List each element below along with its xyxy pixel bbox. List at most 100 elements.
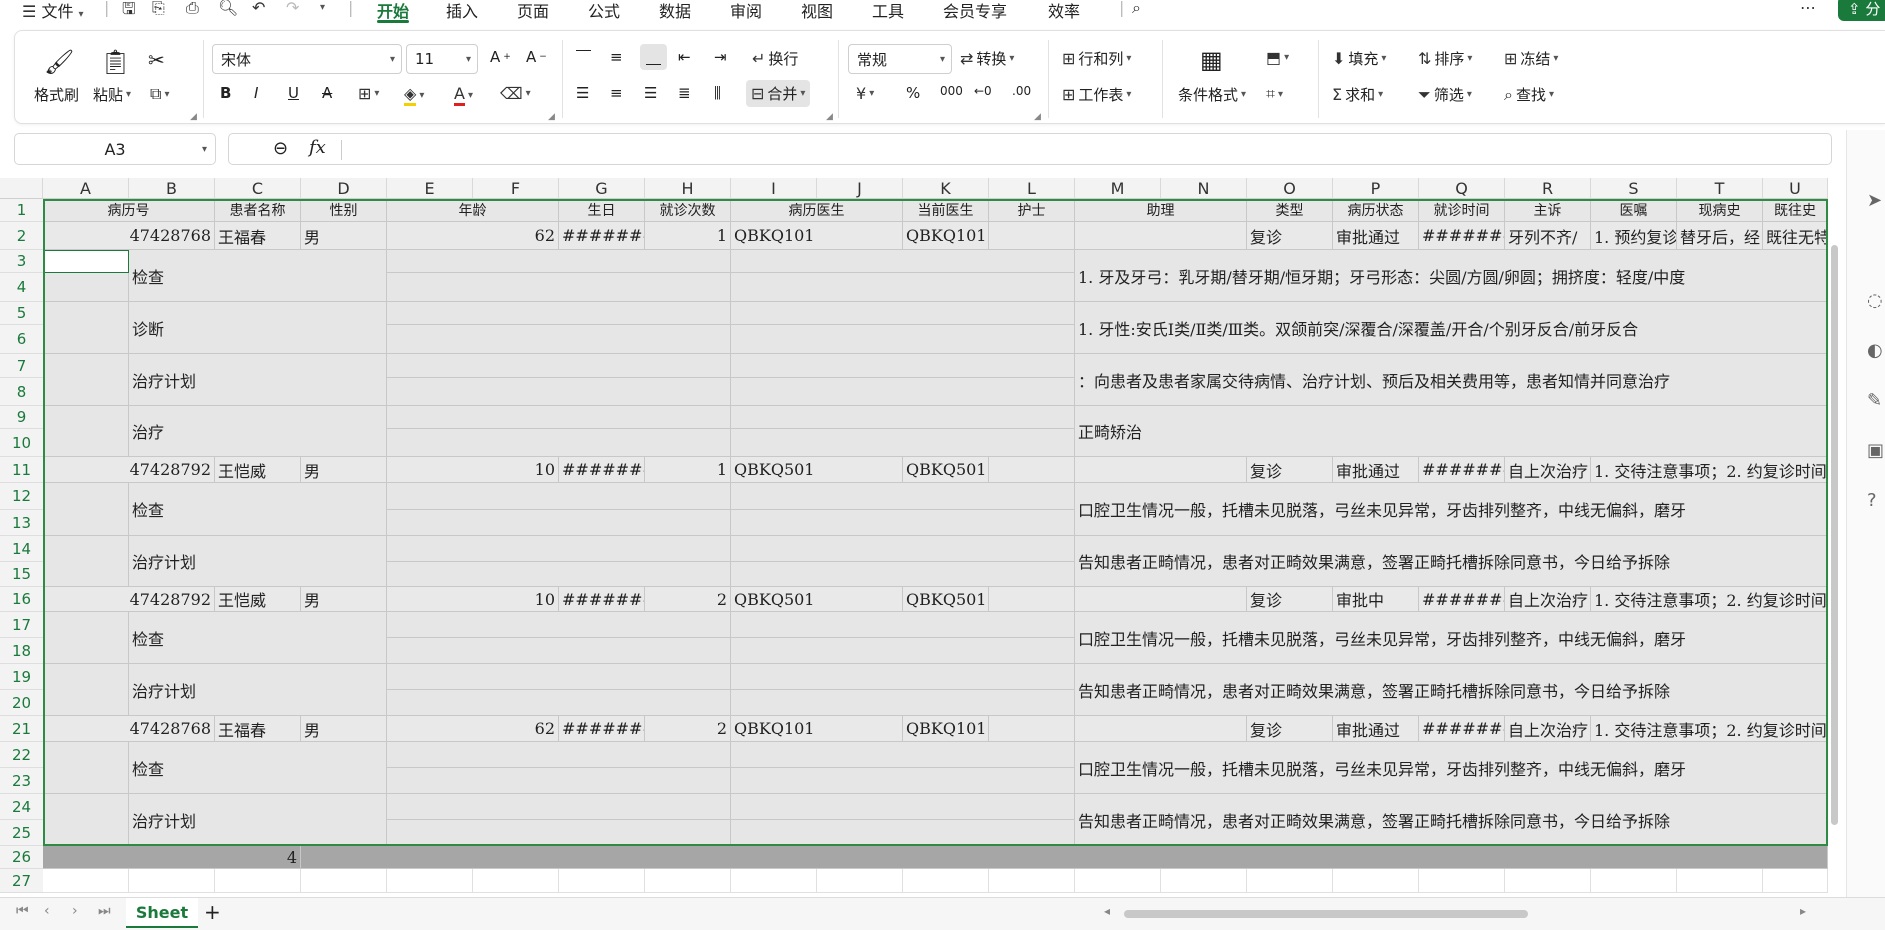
- visits-cell[interactable]: 2: [645, 587, 731, 612]
- header-cell[interactable]: 病历号: [43, 199, 215, 222]
- assistant-cell[interactable]: [1075, 457, 1247, 483]
- detail-sub-cell[interactable]: [731, 664, 1075, 690]
- section-label-cell[interactable]: 治疗: [129, 406, 387, 457]
- row-header[interactable]: 11: [0, 457, 43, 483]
- clipboard-launcher-icon[interactable]: ◢: [190, 112, 197, 122]
- tab-home[interactable]: 开始: [377, 0, 410, 23]
- status-cell[interactable]: 审批通过: [1333, 457, 1419, 483]
- blank-cell[interactable]: [43, 612, 129, 664]
- export-icon[interactable]: ⎘: [152, 0, 165, 18]
- row-header[interactable]: 18: [0, 638, 43, 664]
- decrease-indent-icon[interactable]: ⇤: [678, 48, 691, 66]
- type-cell[interactable]: 复诊: [1247, 716, 1333, 742]
- past-history-cell[interactable]: 既往无特: [1763, 222, 1828, 250]
- age-cell[interactable]: 10: [387, 457, 559, 483]
- column-header[interactable]: K: [903, 178, 989, 199]
- empty-cell[interactable]: [1505, 869, 1591, 893]
- complaint-cell[interactable]: 自上次治疗: [1505, 587, 1591, 612]
- assistant-cell[interactable]: [1075, 222, 1247, 250]
- clear-button[interactable]: ⌫ ▾: [500, 84, 531, 103]
- column-header[interactable]: O: [1247, 178, 1333, 199]
- copy-button[interactable]: ⧉ ▾: [150, 84, 169, 104]
- header-cell[interactable]: 医嘱: [1591, 199, 1677, 222]
- shape-icon[interactable]: ◐: [1867, 340, 1883, 361]
- status-cell[interactable]: 审批通过: [1333, 222, 1419, 250]
- detail-sub-cell[interactable]: [387, 612, 731, 638]
- next-sheet-icon[interactable]: ›: [72, 903, 78, 919]
- visit-time-cell[interactable]: ########: [1419, 716, 1505, 742]
- visits-cell[interactable]: 1: [645, 222, 731, 250]
- zoom-icon[interactable]: ⊖: [273, 138, 288, 159]
- print-preview-icon[interactable]: 🔍︎: [218, 0, 238, 17]
- column-header[interactable]: F: [473, 178, 559, 199]
- current-doctor-cell[interactable]: QBKQ501: [903, 457, 989, 483]
- blank-cell[interactable]: [43, 302, 129, 354]
- column-header[interactable]: R: [1505, 178, 1591, 199]
- age-cell[interactable]: 10: [387, 587, 559, 612]
- column-header[interactable]: G: [559, 178, 645, 199]
- strikethrough-icon[interactable]: A: [322, 84, 332, 102]
- thousands-icon[interactable]: 000: [940, 84, 963, 98]
- number-format-select[interactable]: 常规 ▾: [848, 44, 952, 74]
- header-cell[interactable]: 病历状态: [1333, 199, 1419, 222]
- align-top-icon[interactable]: ⎺: [576, 48, 591, 66]
- row-header[interactable]: 3: [0, 250, 43, 273]
- current-doctor-cell[interactable]: QBKQ101: [903, 222, 989, 250]
- patient-name-cell[interactable]: 王恺威: [215, 587, 301, 612]
- column-header[interactable]: Q: [1419, 178, 1505, 199]
- status-cell[interactable]: 审批通过: [1333, 716, 1419, 742]
- advice-cell[interactable]: 1. 交待注意事项；2. 约复诊时间: [1591, 457, 1828, 483]
- empty-cell[interactable]: [43, 869, 129, 893]
- blank-cell[interactable]: [43, 664, 129, 716]
- header-cell[interactable]: 既往史: [1763, 199, 1828, 222]
- conditional-format-icon[interactable]: ▦: [1200, 46, 1223, 74]
- section-label-cell[interactable]: 治疗计划: [129, 536, 387, 587]
- wrap-text-button[interactable]: ↵ 换行: [752, 48, 798, 69]
- font-name-select[interactable]: 宋体 ▾: [212, 44, 402, 74]
- tab-view[interactable]: 视图: [801, 0, 833, 22]
- detail-sub-cell[interactable]: [731, 250, 1075, 273]
- nurse-cell[interactable]: [989, 716, 1075, 742]
- tab-formula[interactable]: 公式: [588, 0, 620, 22]
- doctor-cell[interactable]: QBKQ501: [731, 457, 903, 483]
- detail-sub-cell[interactable]: [731, 638, 1075, 664]
- select-all-corner[interactable]: [0, 178, 43, 199]
- align-center-icon[interactable]: ≡: [610, 84, 623, 102]
- find-button[interactable]: ⌕ 查找 ▾: [1504, 84, 1554, 105]
- tab-page[interactable]: 页面: [517, 0, 549, 22]
- format-painter-icon[interactable]: 🖌: [44, 48, 74, 76]
- row-header[interactable]: 2: [0, 222, 43, 250]
- header-cell[interactable]: 年龄: [387, 199, 559, 222]
- detail-sub-cell[interactable]: [731, 794, 1075, 820]
- detail-text-cell[interactable]: 口腔卫生情况一般，托槽未见脱落，弓丝未见异常，牙齿排列整齐，中线无偏斜，磨牙: [1075, 742, 1828, 794]
- blank-cell[interactable]: [43, 406, 129, 457]
- fill-button[interactable]: ⬇ 填充 ▾: [1332, 48, 1386, 69]
- column-header[interactable]: N: [1161, 178, 1247, 199]
- empty-cell[interactable]: [817, 869, 903, 893]
- border-button[interactable]: ⊞ ▾: [358, 84, 379, 103]
- increase-indent-icon[interactable]: ⇥: [714, 48, 727, 66]
- detail-sub-cell[interactable]: [387, 742, 731, 768]
- row-header[interactable]: 25: [0, 820, 43, 846]
- patient-name-cell[interactable]: 王恺威: [215, 457, 301, 483]
- row-header[interactable]: 8: [0, 378, 43, 406]
- font-size-select[interactable]: 11 ▾: [406, 44, 478, 74]
- worksheet-button[interactable]: ⊞ 工作表 ▾: [1062, 84, 1131, 105]
- empty-cell[interactable]: [559, 869, 645, 893]
- scroll-thumb[interactable]: [1831, 245, 1838, 825]
- row-header[interactable]: 4: [0, 273, 43, 302]
- pointer-icon[interactable]: ➤: [1867, 190, 1882, 211]
- empty-cell[interactable]: [1247, 869, 1333, 893]
- empty-cell[interactable]: [1161, 869, 1247, 893]
- row-header[interactable]: 17: [0, 612, 43, 638]
- column-header[interactable]: L: [989, 178, 1075, 199]
- sex-cell[interactable]: 男: [301, 222, 387, 250]
- detail-sub-cell[interactable]: [731, 536, 1075, 562]
- birthday-cell[interactable]: ########: [559, 457, 645, 483]
- fx-icon[interactable]: fx: [309, 137, 326, 158]
- cut-icon[interactable]: ✂: [148, 48, 165, 72]
- advice-cell[interactable]: 1. 预约复诊: [1591, 222, 1677, 250]
- detail-sub-cell[interactable]: [387, 302, 731, 325]
- empty-cell[interactable]: [1763, 869, 1828, 893]
- scroll-left-icon[interactable]: ◂: [1104, 904, 1110, 918]
